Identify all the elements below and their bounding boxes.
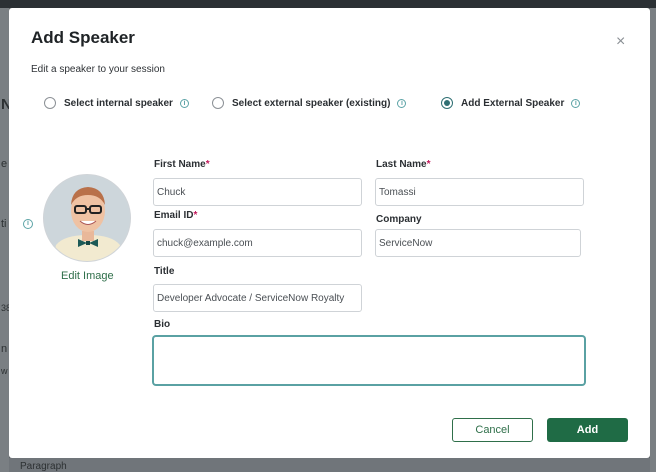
radio-internal-speaker[interactable] <box>44 97 56 109</box>
app-editor-toolbar <box>9 458 650 472</box>
option-label: Add External Speaker <box>461 97 565 109</box>
first-name-field[interactable] <box>153 178 362 206</box>
info-icon[interactable]: i <box>23 219 33 229</box>
option-internal-speaker[interactable]: Select internal speaker i <box>44 96 189 110</box>
app-background-left: N e ti 38 n w <box>0 8 12 472</box>
bg-text-fragment: ti <box>1 218 7 230</box>
add-button[interactable]: Add <box>547 418 628 442</box>
bio-field[interactable] <box>153 336 585 385</box>
first-name-label: First Name* <box>154 159 210 170</box>
company-label: Company <box>376 214 422 225</box>
cancel-button[interactable]: Cancel <box>452 418 533 442</box>
option-external-existing[interactable]: Select external speaker (existing) i <box>212 96 407 110</box>
radio-external-existing[interactable] <box>212 97 224 109</box>
required-mark: * <box>426 159 431 170</box>
email-label: Email ID* <box>154 210 198 221</box>
app-background-right <box>650 8 656 472</box>
bg-text-fragment: w <box>1 366 8 376</box>
required-mark: * <box>205 159 210 170</box>
last-name-field[interactable] <box>375 178 584 206</box>
title-label: Title <box>154 266 175 277</box>
company-field[interactable] <box>375 229 581 257</box>
modal-subtitle: Edit a speaker to your session <box>31 64 165 75</box>
avatar-photo <box>44 175 130 261</box>
bio-label: Bio <box>154 319 171 330</box>
last-name-label: Last Name* <box>376 159 431 170</box>
info-icon[interactable]: i <box>397 98 407 108</box>
close-icon[interactable]: × <box>616 34 625 50</box>
edit-image-link[interactable]: Edit Image <box>61 270 114 282</box>
avatar <box>43 174 131 262</box>
option-label: Select external speaker (existing) <box>232 97 391 109</box>
bg-text-fragment: e <box>1 158 8 170</box>
info-icon[interactable]: i <box>571 98 581 108</box>
bg-paragraph-select: Paragraph <box>20 461 67 472</box>
bg-text-fragment: n <box>1 343 8 355</box>
add-speaker-modal: Add Speaker × Edit a speaker to your ses… <box>9 8 650 458</box>
app-header-strip <box>0 0 656 8</box>
email-field[interactable] <box>153 229 362 257</box>
modal-title: Add Speaker <box>31 28 135 47</box>
radio-add-external[interactable] <box>441 97 453 109</box>
info-icon[interactable]: i <box>179 98 189 108</box>
option-add-external[interactable]: Add External Speaker i <box>441 96 581 110</box>
title-field[interactable] <box>153 284 362 312</box>
option-label: Select internal speaker <box>64 97 173 109</box>
required-mark: * <box>193 210 198 221</box>
